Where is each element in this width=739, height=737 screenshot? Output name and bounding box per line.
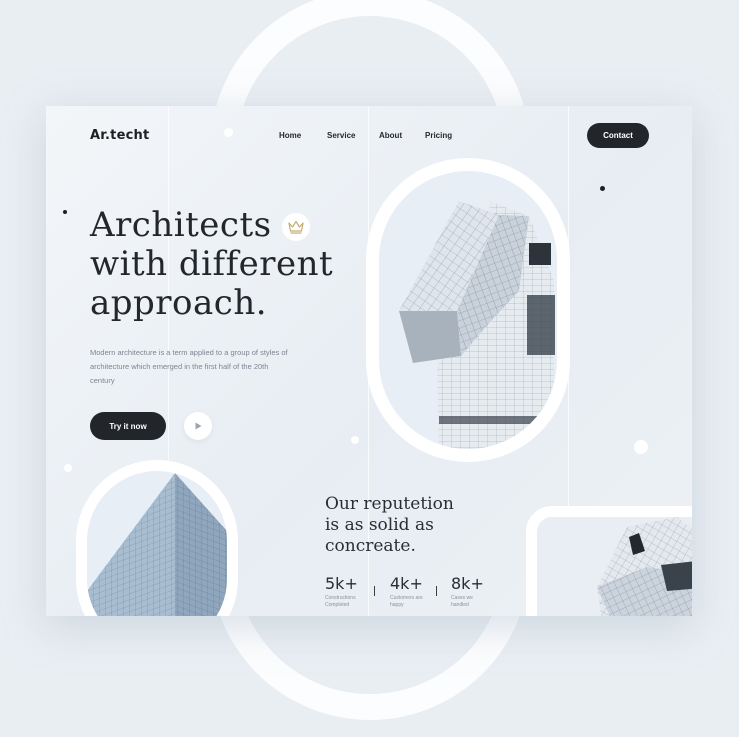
try-it-now-button[interactable]: Try it now [90,412,166,440]
decor-dot [600,186,605,191]
stat-label: Cases we handled [451,595,473,608]
hero-description: Modern architecture is a term applied to… [90,348,288,385]
decor-dot [64,464,72,472]
play-button[interactable] [184,412,212,440]
stat-divider [374,586,375,596]
crown-icon [282,213,310,241]
logo[interactable]: Ar.techt [90,128,149,143]
reputation-headline-line: Our reputetion [325,494,454,514]
stat-value: 4k+ [390,574,423,593]
glass-tower-image [76,460,238,616]
hero-headline-line: with different [90,244,334,284]
contact-button[interactable]: Contact [587,123,649,148]
stat-value: 8k+ [451,574,484,593]
nav-home[interactable]: Home [279,131,301,140]
stat-label: Constructions Completed [325,595,356,608]
nav-service[interactable]: Service [327,131,355,140]
play-icon [195,422,202,430]
stat-label: Customers are happy [390,595,423,608]
reputation-headline-line: concreate. [325,536,416,556]
stat-value: 5k+ [325,574,358,593]
stat-cases: 8k+ Cases we handled [451,574,485,609]
corner-building-image [526,506,692,616]
decor-dot [351,436,359,444]
hero-building-image [366,158,570,462]
nav-about[interactable]: About [379,131,402,140]
reputation-headline: Our reputetion is as solid as concreate. [325,494,454,557]
decor-dot [634,440,648,454]
landing-page-card: Ar.techt Home Service About Pricing Cont… [46,106,692,616]
stat-customers: 4k+ Customers are happy [390,574,424,609]
stat-divider [436,586,437,596]
decor-dot [63,210,67,214]
decor-dot [224,128,233,137]
hero-headline-line: approach. [90,283,268,323]
nav-pricing[interactable]: Pricing [425,131,452,140]
stat-constructions: 5k+ Constructions Completed [325,574,371,609]
reputation-headline-line: is as solid as [325,515,434,535]
